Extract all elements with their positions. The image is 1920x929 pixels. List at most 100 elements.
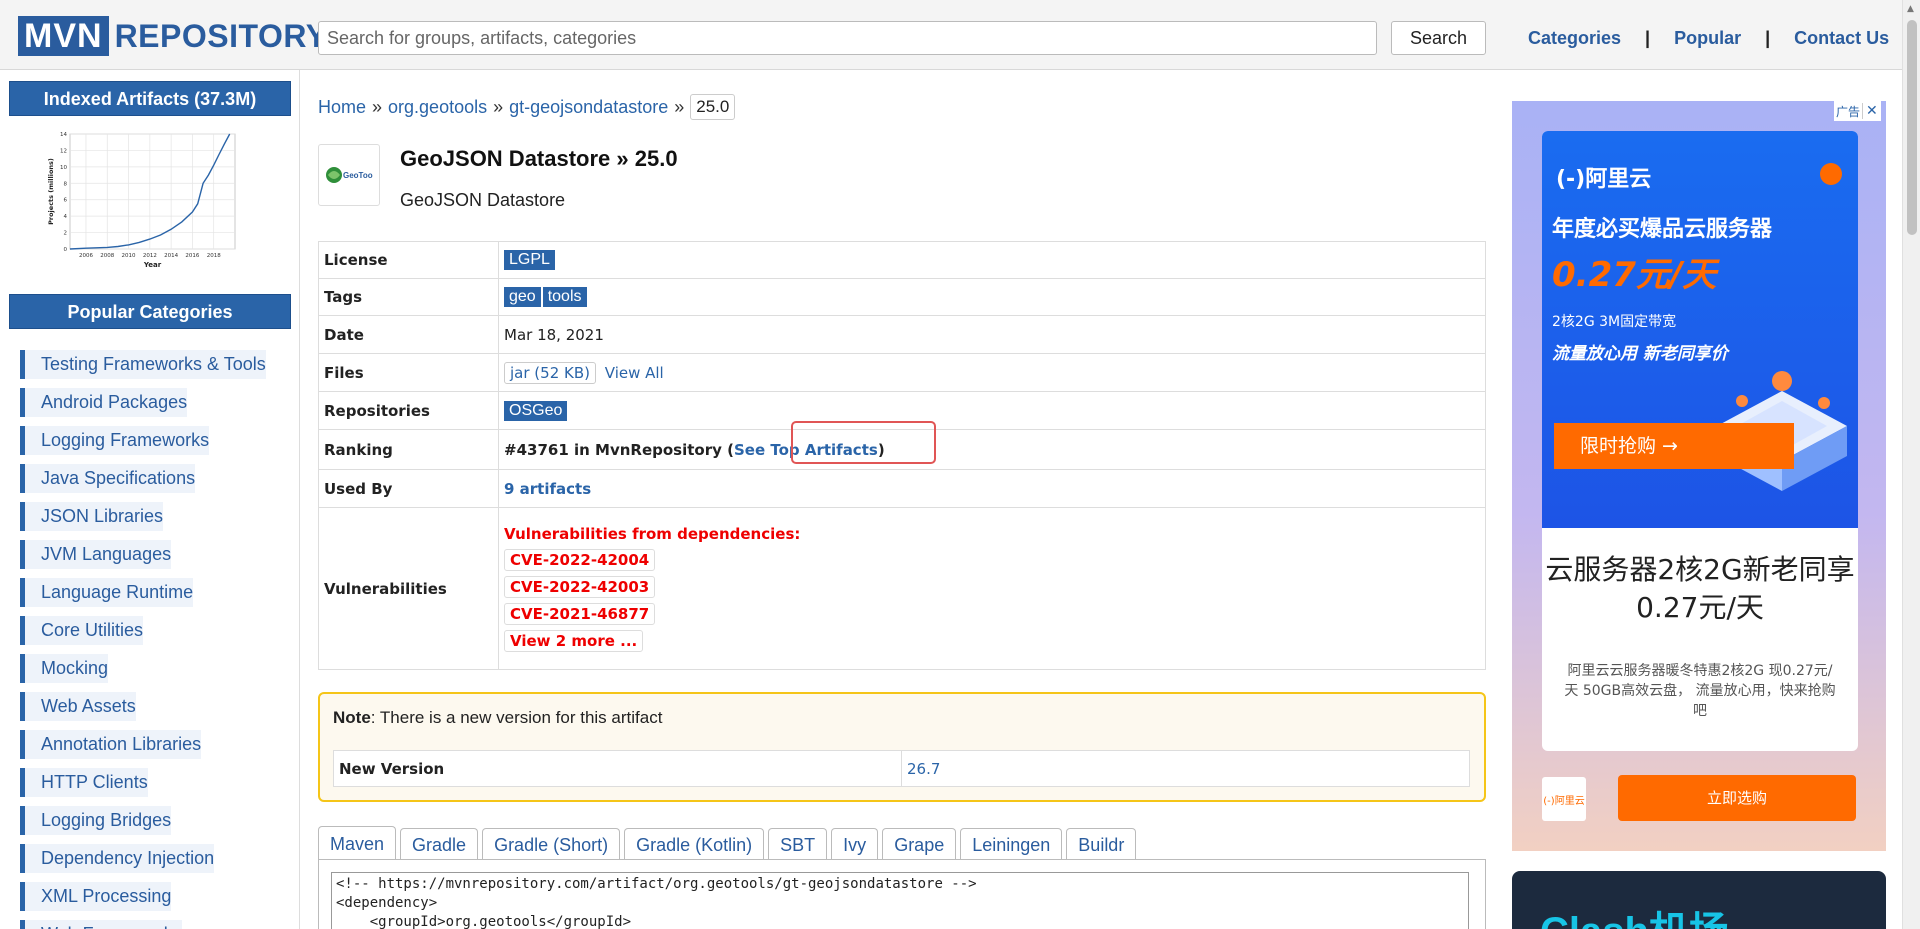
note-text: Note: There is a new version for this ar… bbox=[333, 708, 662, 728]
category-item: Mocking bbox=[20, 649, 266, 687]
tab-buildr[interactable]: Buildr bbox=[1066, 828, 1137, 860]
search-button[interactable]: Search bbox=[1391, 21, 1486, 55]
view-more-vulnerabilities-link[interactable]: View 2 more ... bbox=[504, 629, 644, 652]
tag-tools[interactable]: tools bbox=[542, 287, 587, 307]
ad-banner[interactable]: (-)阿里云 年度必买爆品云服务器 0.27元/天 2核2G 3M固定带宽 流量… bbox=[1542, 131, 1858, 528]
files-cell: jar (52 KB) View All bbox=[498, 353, 1486, 392]
nav-categories[interactable]: Categories bbox=[1528, 28, 1621, 49]
tab-ivy[interactable]: Ivy bbox=[831, 828, 879, 860]
category-item: Language Runtime bbox=[20, 573, 266, 611]
advertisement[interactable]: (-)阿里云 年度必买爆品云服务器 0.27元/天 2核2G 3M固定带宽 流量… bbox=[1512, 101, 1886, 851]
row-used-by: Used By 9 artifacts bbox=[318, 469, 1486, 508]
chart-x-tick-label: 2018 bbox=[207, 253, 221, 259]
tab-sbt[interactable]: SBT bbox=[768, 828, 828, 860]
category-link[interactable]: JSON Libraries bbox=[20, 501, 164, 531]
category-link[interactable]: HTTP Clients bbox=[20, 767, 148, 797]
cve-link[interactable]: CVE-2022-42003 bbox=[504, 575, 656, 598]
breadcrumb-sep: » bbox=[372, 96, 383, 117]
repository-badge[interactable]: OSGeo bbox=[504, 400, 568, 421]
category-item: XML Processing bbox=[20, 877, 266, 915]
category-item: Java Specifications bbox=[20, 459, 266, 497]
new-version-link[interactable]: 26.7 bbox=[907, 760, 940, 778]
growth-chart-svg: 0 2 4 6 8 10 12 14 2006 2008 2010 2012 2014 2016 2018 Y… bbox=[47, 132, 236, 269]
advertisement-secondary[interactable]: Clash机场 bbox=[1512, 871, 1886, 929]
chart-y-tick-label: 6 bbox=[64, 198, 68, 204]
page-scrollbar[interactable]: ▲ bbox=[1902, 0, 1920, 929]
row-vulnerabilities: Vulnerabilities Vulnerabilities from dep… bbox=[318, 507, 1486, 670]
left-sidebar: Indexed Artifacts (37.3M) 0 2 4 6 8 10 12 14 200… bbox=[0, 70, 300, 929]
site-logo[interactable]: MVN REPOSITORY bbox=[18, 16, 328, 56]
category-link[interactable]: Core Utilities bbox=[20, 615, 144, 645]
category-link[interactable]: XML Processing bbox=[20, 881, 172, 911]
category-link[interactable]: Dependency Injection bbox=[20, 843, 215, 873]
license-badge[interactable]: LGPL bbox=[504, 250, 555, 270]
breadcrumb-artifact[interactable]: gt-geojsondatastore bbox=[509, 97, 668, 118]
view-all-files-link[interactable]: View All bbox=[605, 364, 664, 382]
breadcrumb-home[interactable]: Home bbox=[318, 97, 366, 118]
new-version-label: New Version bbox=[333, 750, 902, 787]
category-item: Testing Frameworks & Tools bbox=[20, 345, 266, 383]
ad2-headline: Clash机场 bbox=[1540, 899, 1729, 929]
breadcrumb-sep: » bbox=[493, 96, 504, 117]
tab-leiningen[interactable]: Leiningen bbox=[960, 828, 1063, 860]
category-item: JSON Libraries bbox=[20, 497, 266, 535]
category-item: Android Packages bbox=[20, 383, 266, 421]
scroll-thumb[interactable] bbox=[1907, 20, 1917, 235]
category-link[interactable]: Logging Bridges bbox=[20, 805, 172, 835]
ranking-cell: #43761 in MvnRepository (See Top Artifac… bbox=[498, 429, 1486, 470]
category-link[interactable]: Java Specifications bbox=[20, 463, 196, 493]
category-link[interactable]: Mocking bbox=[20, 653, 109, 683]
jar-download-button[interactable]: jar (52 KB) bbox=[504, 361, 596, 384]
search-input[interactable] bbox=[318, 21, 1377, 55]
category-link[interactable]: Language Runtime bbox=[20, 577, 194, 607]
see-top-artifacts-link[interactable]: See Top Artifacts bbox=[734, 441, 878, 459]
note-bold: Note bbox=[333, 708, 371, 727]
category-item: JVM Languages bbox=[20, 535, 266, 573]
tab-gradle-kotlin[interactable]: Gradle (Kotlin) bbox=[624, 828, 765, 860]
scroll-up-icon[interactable]: ▲ bbox=[1907, 4, 1914, 14]
category-link[interactable]: JVM Languages bbox=[20, 539, 172, 569]
vulnerabilities-label: Vulnerabilities bbox=[318, 507, 499, 670]
files-label: Files bbox=[318, 353, 499, 392]
nav-contact-us[interactable]: Contact Us bbox=[1794, 28, 1889, 49]
ad-limited-offer-button[interactable]: 限时抢购 → bbox=[1554, 423, 1794, 469]
chart-y-tick-label: 4 bbox=[64, 214, 68, 220]
tab-maven[interactable]: Maven bbox=[318, 826, 397, 860]
ad-badge: 广告 ✕ bbox=[1834, 101, 1881, 121]
site-header: MVN REPOSITORY Search Categories | Popul… bbox=[0, 0, 1902, 70]
tab-grape[interactable]: Grape bbox=[882, 828, 957, 860]
used-by-label: Used By bbox=[318, 469, 499, 508]
category-link[interactable]: Web Frameworks bbox=[20, 919, 182, 929]
used-by-link[interactable]: 9 artifacts bbox=[504, 480, 591, 498]
breadcrumb-group[interactable]: org.geotools bbox=[388, 97, 487, 118]
category-link[interactable]: Testing Frameworks & Tools bbox=[20, 349, 266, 379]
category-link[interactable]: Annotation Libraries bbox=[20, 729, 202, 759]
row-files: Files jar (52 KB) View All bbox=[318, 353, 1486, 392]
popular-categories-title[interactable]: Popular Categories bbox=[9, 294, 291, 329]
nav-popular[interactable]: Popular bbox=[1674, 28, 1741, 49]
category-link[interactable]: Web Assets bbox=[20, 691, 136, 721]
ad-close-icon[interactable]: ✕ bbox=[1862, 103, 1881, 119]
new-version-table: New Version 26.7 bbox=[333, 750, 1470, 787]
tab-gradle-short[interactable]: Gradle (Short) bbox=[482, 828, 621, 860]
cve-link[interactable]: CVE-2022-42004 bbox=[504, 548, 656, 571]
row-tags: Tags geo tools bbox=[318, 278, 1486, 316]
tab-gradle[interactable]: Gradle bbox=[400, 828, 479, 860]
dependency-snippet-textarea[interactable]: <!-- https://mvnrepository.com/artifact/… bbox=[331, 872, 1469, 929]
date-label: Date bbox=[318, 315, 499, 354]
category-link[interactable]: Logging Frameworks bbox=[20, 425, 210, 455]
indexed-artifacts-title[interactable]: Indexed Artifacts (37.3M) bbox=[9, 81, 291, 116]
ad-buy-button[interactable]: 立即选购 bbox=[1618, 775, 1856, 821]
chart-x-tick-label: 2006 bbox=[79, 253, 93, 259]
breadcrumb: Home » org.geotools » gt-geojsondatastor… bbox=[318, 94, 736, 120]
tag-geo[interactable]: geo bbox=[504, 287, 541, 307]
chart-x-axis-label: Year bbox=[143, 261, 162, 269]
cve-link[interactable]: CVE-2021-46877 bbox=[504, 602, 656, 625]
category-item: Web Assets bbox=[20, 687, 266, 725]
category-link[interactable]: Android Packages bbox=[20, 387, 188, 417]
ad-card[interactable]: (-)阿里云 年度必买爆品云服务器 0.27元/天 2核2G 3M固定带宽 流量… bbox=[1542, 131, 1858, 751]
ad-brand: (-)阿里云 bbox=[1556, 167, 1652, 192]
artifact-info-table: License LGPL Tags geo tools Date Mar 18, … bbox=[318, 241, 1486, 670]
chart-x-tick-label: 2012 bbox=[143, 253, 157, 259]
repositories-label: Repositories bbox=[318, 391, 499, 430]
